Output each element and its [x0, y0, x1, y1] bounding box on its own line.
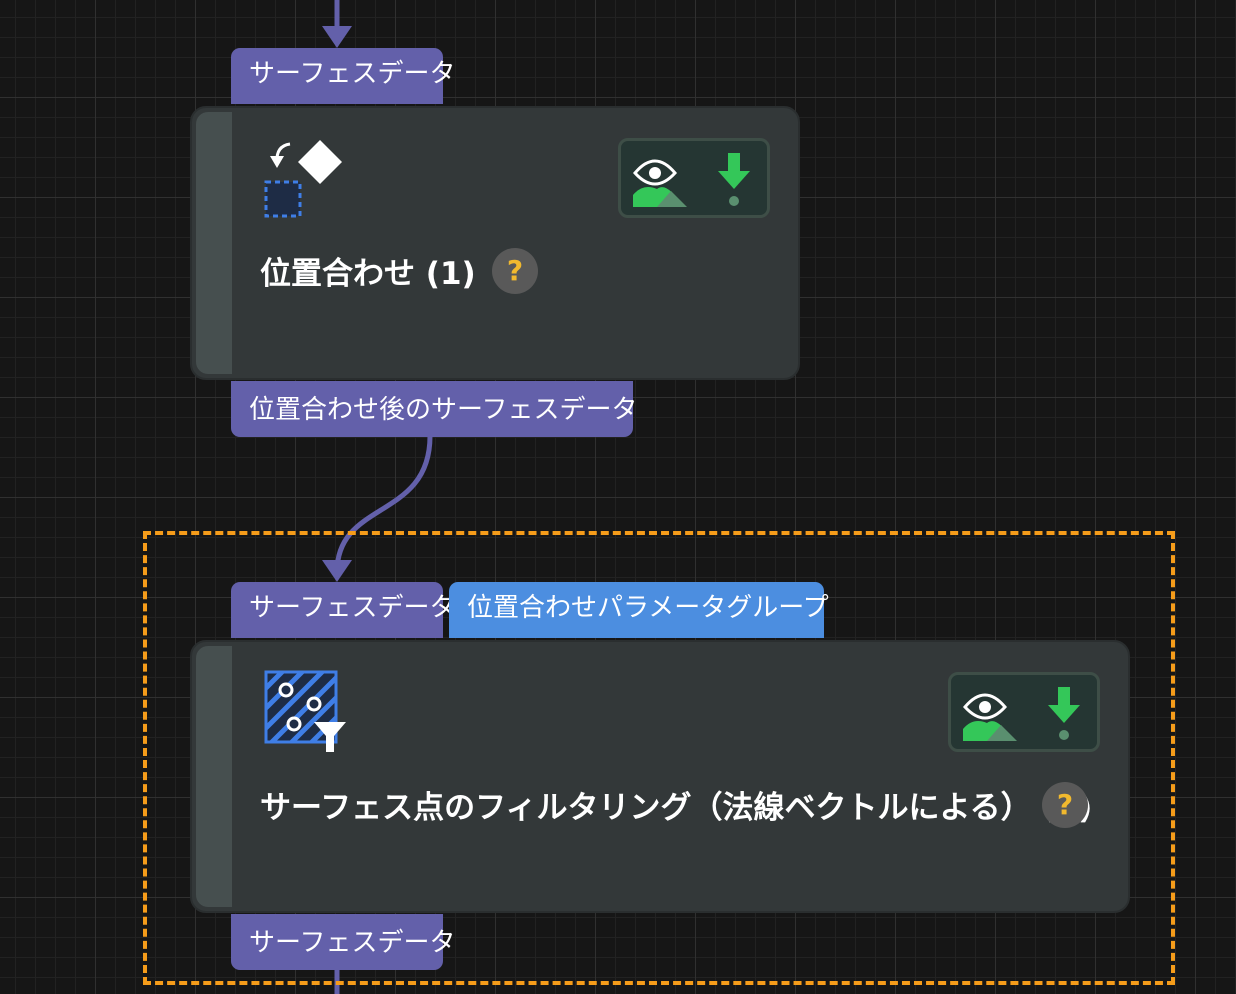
node-point-filter[interactable]: サーフェス点のフィルタリング（法線ベクトルによる） (1) ?: [190, 640, 1130, 913]
node2-input-port[interactable]: サーフェスデータ: [231, 582, 455, 638]
alignment-icon: [264, 140, 342, 218]
help-button[interactable]: ?: [492, 248, 538, 294]
save-output-icon[interactable]: [715, 151, 755, 209]
node1-output-port[interactable]: 位置合わせ後のサーフェスデータ: [231, 381, 637, 437]
node2-output-port[interactable]: サーフェスデータ: [231, 914, 455, 970]
node-title: サーフェス点のフィルタリング（法線ベクトルによる） (1): [260, 790, 1093, 826]
arrowhead-top: [322, 26, 352, 48]
visualize-icon[interactable]: [961, 685, 1021, 741]
help-button[interactable]: ?: [1042, 782, 1088, 828]
save-output-icon[interactable]: [1045, 685, 1085, 743]
node-actions: [618, 138, 770, 218]
node-strip: [196, 646, 232, 907]
node-title: 位置合わせ (1): [260, 256, 476, 292]
visualize-icon[interactable]: [631, 151, 691, 207]
node-actions: [948, 672, 1100, 752]
point-filter-icon: [264, 670, 346, 752]
node1-input-port[interactable]: サーフェスデータ: [231, 48, 455, 104]
node2-param-port[interactable]: 位置合わせパラメータグループ: [449, 582, 829, 638]
node-strip: [196, 112, 232, 374]
node-alignment[interactable]: 位置合わせ (1) ?: [190, 106, 800, 380]
